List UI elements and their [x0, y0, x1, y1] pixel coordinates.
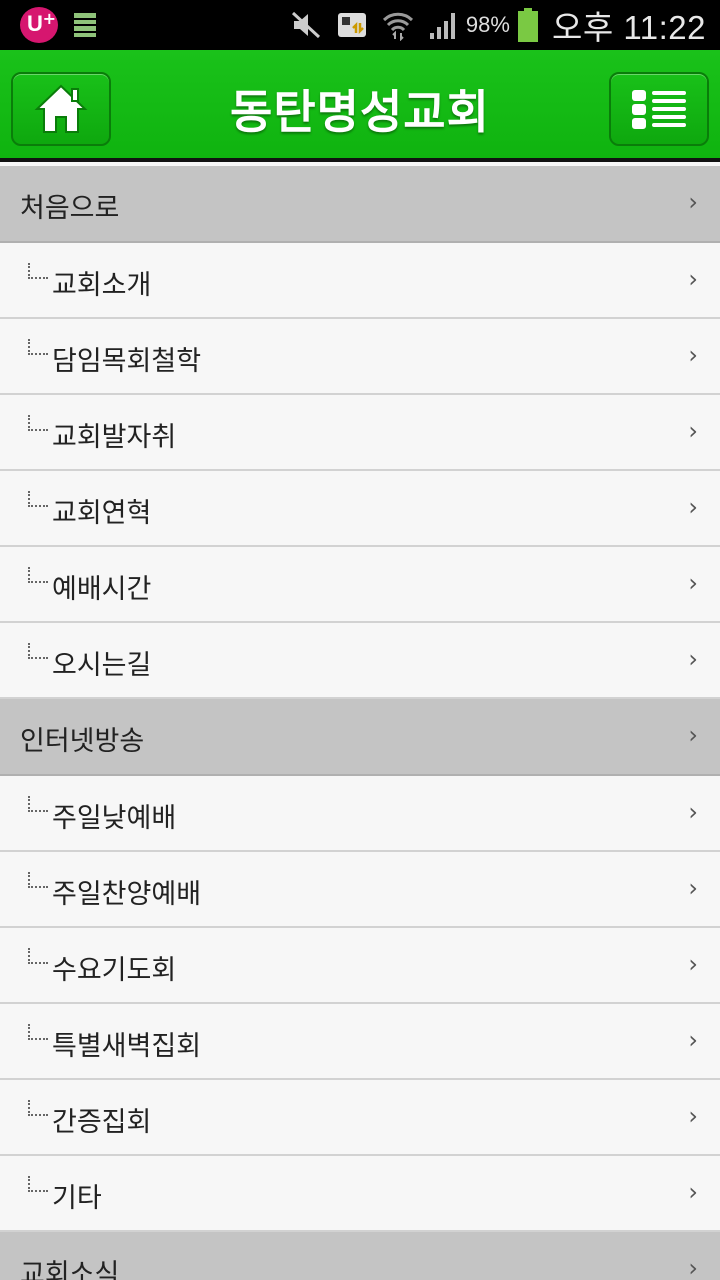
menu-item-label: 간증집회 — [52, 1107, 152, 1138]
menu-item[interactable]: 교회소개 › — [0, 243, 720, 319]
tree-branch-icon — [28, 263, 48, 279]
data-transfer-icon — [337, 13, 366, 37]
chevron-right-icon: › — [688, 1026, 698, 1054]
tree-branch-icon — [28, 1024, 48, 1040]
menu-item-label: 담임목회철학 — [52, 346, 202, 377]
tree-branch-icon — [28, 643, 48, 659]
mute-icon — [291, 11, 320, 39]
tree-branch-icon — [28, 1100, 48, 1116]
tree-branch-icon — [28, 339, 48, 355]
clock: 오후 11:22 — [551, 9, 706, 46]
menu-item-label: 주일낮예배 — [52, 803, 177, 834]
menu-item-label: 특별새벽집회 — [52, 1031, 202, 1062]
menu-button[interactable] — [609, 72, 709, 146]
menu-item[interactable]: 예배시간 › — [0, 547, 720, 623]
chevron-right-icon: › — [688, 1178, 698, 1206]
menu-item-label: 처음으로 — [20, 193, 120, 224]
chevron-right-icon: › — [688, 341, 698, 369]
menu-item-label: 오시는길 — [52, 650, 152, 681]
chevron-right-icon: › — [688, 188, 698, 216]
chevron-right-icon: › — [688, 265, 698, 293]
chevron-right-icon: › — [688, 798, 698, 826]
menu-item-label: 교회발자취 — [52, 422, 177, 453]
tree-branch-icon — [28, 491, 48, 507]
menu-section-header[interactable]: 인터넷방송 › — [0, 699, 720, 776]
menu-item[interactable]: 교회연혁 › — [0, 471, 720, 547]
menu-item[interactable]: 특별새벽집회 › — [0, 1004, 720, 1080]
menu-section-header[interactable]: 처음으로 › — [0, 166, 720, 243]
menu-item[interactable]: 오시는길 › — [0, 623, 720, 699]
chevron-right-icon: › — [688, 1102, 698, 1130]
chevron-right-icon: › — [688, 1254, 698, 1280]
chevron-right-icon: › — [688, 493, 698, 521]
menu-item-label: 교회소개 — [52, 270, 152, 301]
chevron-right-icon: › — [688, 569, 698, 597]
uplus-icon: U + — [20, 7, 58, 43]
menu-item-label: 예배시간 — [52, 574, 152, 605]
app-header: 동탄명성교회 — [0, 50, 720, 162]
tree-branch-icon — [28, 415, 48, 431]
menu-item-label: 인터넷방송 — [20, 726, 145, 757]
menu-item[interactable]: 교회발자취 › — [0, 395, 720, 471]
menu-item-label: 교회연혁 — [52, 498, 152, 529]
menu-item[interactable]: 담임목회철학 › — [0, 319, 720, 395]
menu-list: 처음으로 › 교회소개 › 담임목회철학 › 교회발자취 › 교회연혁 › 예배시간 › 오시는길 › 인터… — [0, 166, 720, 1280]
menu-section-header[interactable]: 교회소식 › — [0, 1232, 720, 1280]
status-bar: U + 98% 오후 11:22 — [0, 0, 720, 50]
menu-item-label: 교회소식 — [20, 1259, 120, 1280]
tree-branch-icon — [28, 1176, 48, 1192]
chevron-right-icon: › — [688, 721, 698, 749]
notification-icon — [74, 13, 96, 37]
tree-branch-icon — [28, 872, 48, 888]
menu-item[interactable]: 주일찬양예배 › — [0, 852, 720, 928]
tree-branch-icon — [28, 948, 48, 964]
menu-item-label: 기타 — [52, 1183, 102, 1214]
chevron-right-icon: › — [688, 417, 698, 445]
chevron-right-icon: › — [688, 874, 698, 902]
battery-percent: 98% — [465, 12, 510, 37]
tree-branch-icon — [28, 796, 48, 812]
tree-branch-icon — [28, 567, 48, 583]
menu-item-label: 수요기도회 — [52, 955, 177, 986]
menu-item[interactable]: 주일낮예배 › — [0, 776, 720, 852]
battery-icon — [517, 8, 538, 42]
chevron-right-icon: › — [688, 645, 698, 673]
signal-icon — [429, 13, 455, 39]
menu-item[interactable]: 수요기도회 › — [0, 928, 720, 1004]
menu-item[interactable]: 간증집회 › — [0, 1080, 720, 1156]
wifi-icon — [382, 12, 413, 41]
menu-item[interactable]: 기타 › — [0, 1156, 720, 1232]
chevron-right-icon: › — [688, 950, 698, 978]
menu-item-label: 주일찬양예배 — [52, 879, 202, 910]
list-menu-icon — [632, 90, 686, 129]
